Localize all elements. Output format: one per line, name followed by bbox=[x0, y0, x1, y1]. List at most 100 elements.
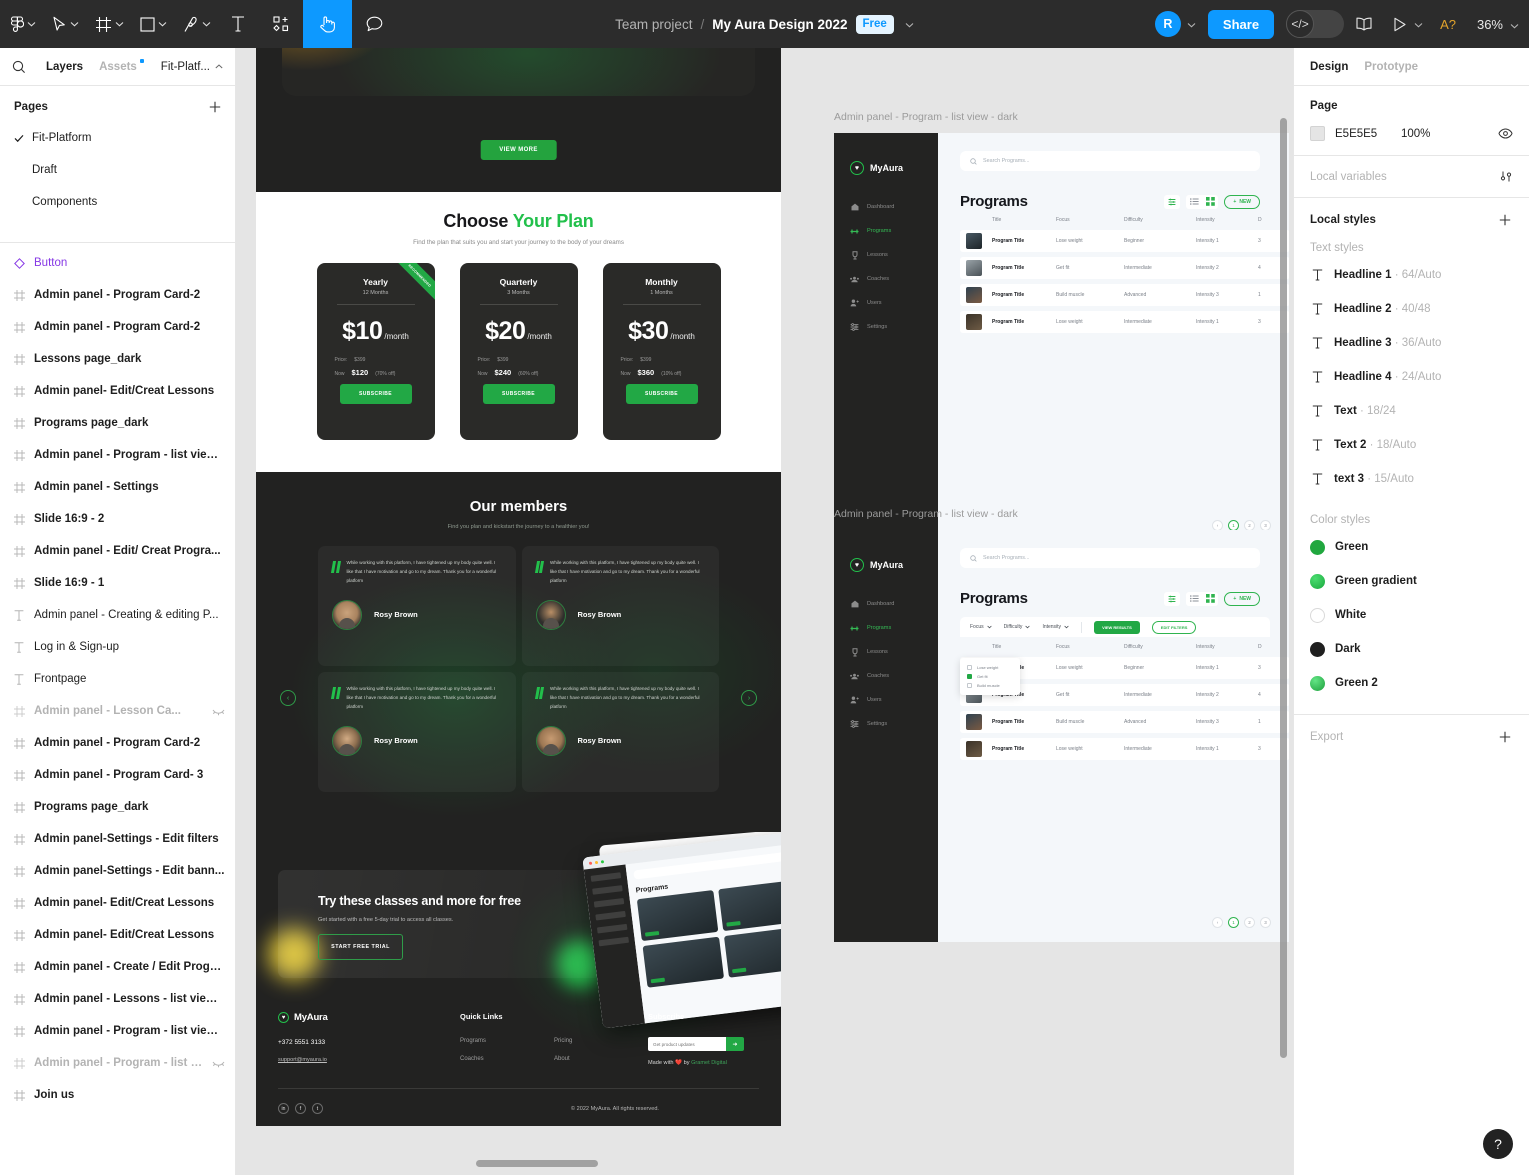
layer-row[interactable]: Slide 16:9 - 1 bbox=[0, 567, 235, 599]
checkbox[interactable] bbox=[967, 665, 972, 670]
table-row[interactable]: Program Title Build muscle Advanced Intensi… bbox=[960, 284, 1289, 306]
search-icon[interactable] bbox=[12, 60, 26, 74]
chevron-down-icon[interactable] bbox=[70, 21, 79, 27]
footer-email[interactable]: support@myaura.io bbox=[278, 1057, 460, 1063]
subscribe-button[interactable]: SUBSCRIBE bbox=[482, 384, 555, 404]
admin-search[interactable]: Search Programs... bbox=[960, 548, 1260, 568]
library-icon[interactable] bbox=[1346, 17, 1382, 31]
page-item-components[interactable]: Components bbox=[0, 186, 235, 218]
table-row[interactable]: Program Title Build muscle Advanced Intensi… bbox=[960, 711, 1289, 733]
layer-row[interactable]: Admin panel - Program Card-2 bbox=[0, 727, 235, 759]
frame-label-admin-2[interactable]: Admin panel - Program - list view - dark bbox=[834, 508, 1018, 520]
layer-row[interactable]: Admin panel - Settings bbox=[0, 471, 235, 503]
admin-nav-settings[interactable]: Settings bbox=[834, 712, 938, 736]
pagination-page-1[interactable]: 1 bbox=[1228, 917, 1239, 928]
layer-row[interactable]: Admin panel - Edit/ Creat Progra... bbox=[0, 535, 235, 567]
hand-tool-icon[interactable] bbox=[303, 0, 352, 48]
layer-row[interactable]: Programs page_dark bbox=[0, 407, 235, 439]
layer-row[interactable]: Admin panel - Program - list view ... bbox=[0, 1015, 235, 1047]
layer-row[interactable]: Admin panel - Program - list view ... bbox=[0, 1047, 235, 1079]
filter-focus[interactable]: Focus bbox=[970, 624, 992, 630]
new-program-button[interactable]: + NEW bbox=[1224, 591, 1260, 606]
text-tool-icon[interactable] bbox=[217, 0, 259, 48]
admin-nav-users[interactable]: Users bbox=[834, 291, 938, 315]
dropdown-option[interactable]: Lose weight bbox=[960, 663, 1020, 672]
layer-row[interactable]: Lessons page_dark bbox=[0, 343, 235, 375]
dropdown-option[interactable]: Get fit bbox=[960, 672, 1020, 681]
start-free-trial-button[interactable]: START FREE TRIAL bbox=[318, 934, 403, 960]
edit-filters-button[interactable]: EDIT FILTERS bbox=[1151, 620, 1197, 634]
grid-view-icon[interactable] bbox=[1202, 592, 1218, 606]
filter-icon[interactable] bbox=[1164, 591, 1181, 606]
page-fill-swatch[interactable] bbox=[1310, 126, 1325, 141]
share-button[interactable]: Share bbox=[1207, 9, 1275, 39]
add-style-button[interactable] bbox=[1497, 212, 1513, 228]
pagination-prev[interactable]: ‹ bbox=[1212, 917, 1223, 928]
frame-label-admin-1[interactable]: Admin panel - Program - list view - dark bbox=[834, 111, 1018, 123]
figma-menu-icon[interactable] bbox=[0, 0, 42, 48]
artboard-admin-panel-2[interactable]: ♥ MyAura Dashboard Programs Lessons Coaches Us… bbox=[834, 530, 1289, 942]
admin-search[interactable]: Search Programs... bbox=[960, 151, 1260, 171]
color-style-row[interactable]: Green gradient bbox=[1310, 564, 1513, 598]
admin-nav-users[interactable]: Users bbox=[834, 688, 938, 712]
artboard-frontpage[interactable]: Subtitle 1 Subtitle 1 Subtitle 1 Subtitl… bbox=[256, 48, 781, 1126]
subscribe-button[interactable]: SUBSCRIBE bbox=[339, 384, 412, 404]
artboard-admin-panel-1[interactable]: ♥ MyAura Dashboard Programs Lessons Coaches Us… bbox=[834, 133, 1289, 545]
resources-tool-icon[interactable] bbox=[259, 0, 303, 48]
shape-tool-icon[interactable] bbox=[130, 0, 173, 48]
file-switcher[interactable]: Fit-Platf... bbox=[161, 61, 223, 73]
footer-link-pricing[interactable]: Pricing bbox=[554, 1038, 648, 1044]
admin-nav-dashboard[interactable]: Dashboard bbox=[834, 592, 938, 616]
text-style-row[interactable]: text 3 · 15/Auto bbox=[1310, 462, 1513, 496]
canvas-vertical-scrollbar[interactable] bbox=[1280, 118, 1287, 1058]
admin-nav-dashboard[interactable]: Dashboard bbox=[834, 195, 938, 219]
page-item-draft[interactable]: Draft bbox=[0, 154, 235, 186]
credit-company[interactable]: Gramet Digital bbox=[691, 1060, 727, 1066]
footer-link-programs[interactable]: Programs bbox=[460, 1038, 554, 1044]
layer-row[interactable]: Join us bbox=[0, 1079, 235, 1111]
footer-link-about[interactable]: About bbox=[554, 1056, 648, 1062]
comment-tool-icon[interactable] bbox=[352, 0, 397, 48]
eye-icon[interactable] bbox=[1498, 128, 1513, 139]
view-results-button[interactable]: VIEW RESULTS bbox=[1094, 620, 1140, 634]
page-fill-opacity[interactable]: 100% bbox=[1401, 128, 1498, 140]
pen-tool-icon[interactable] bbox=[173, 0, 217, 48]
text-style-row[interactable]: Text 2 · 18/Auto bbox=[1310, 428, 1513, 462]
admin-nav-programs[interactable]: Programs bbox=[834, 213, 938, 249]
text-style-row[interactable]: Headline 2 · 40/48 bbox=[1310, 292, 1513, 326]
chevron-down-icon[interactable] bbox=[158, 21, 167, 27]
filter-intensity[interactable]: Intensity bbox=[1042, 624, 1069, 630]
add-export-button[interactable] bbox=[1497, 729, 1513, 745]
checkbox[interactable] bbox=[967, 674, 972, 679]
carousel-next-button[interactable]: › bbox=[741, 690, 757, 706]
color-style-row[interactable]: White bbox=[1310, 598, 1513, 632]
pagination-page-3[interactable]: 3 bbox=[1260, 917, 1271, 928]
layer-row[interactable]: Admin panel-Settings - Edit bann... bbox=[0, 855, 235, 887]
frame-tool-icon[interactable] bbox=[85, 0, 130, 48]
chevron-down-icon[interactable] bbox=[27, 21, 36, 27]
admin-nav-programs[interactable]: Programs bbox=[834, 610, 938, 646]
subscribe-submit-button[interactable]: ➜ bbox=[726, 1037, 744, 1051]
table-row[interactable]: Program Title Lose weight Intermediate Inte… bbox=[960, 738, 1289, 760]
layer-row[interactable]: Admin panel - Program Card-2 bbox=[0, 279, 235, 311]
subscribe-input[interactable] bbox=[648, 1037, 726, 1051]
pricing-card[interactable]: Quarterly 3 Months $20/month Price: $399 Now $… bbox=[459, 263, 578, 440]
text-style-row[interactable]: Headline 4 · 24/Auto bbox=[1310, 360, 1513, 394]
chevron-down-icon[interactable] bbox=[202, 21, 211, 27]
footer-link-coaches[interactable]: Coaches bbox=[460, 1056, 554, 1062]
layer-row[interactable]: Programs page_dark bbox=[0, 791, 235, 823]
page-item-fit-platform[interactable]: Fit-Platform bbox=[0, 122, 235, 154]
layer-row[interactable]: Slide 16:9 - 2 bbox=[0, 503, 235, 535]
new-program-button[interactable]: + NEW bbox=[1224, 194, 1260, 209]
layer-row[interactable]: Admin panel- Edit/Creat Lessons bbox=[0, 887, 235, 919]
layer-row[interactable]: Button bbox=[0, 247, 235, 279]
chevron-down-icon[interactable] bbox=[115, 21, 124, 27]
pagination-page-2[interactable]: 2 bbox=[1244, 917, 1255, 928]
chevron-down-icon[interactable] bbox=[905, 15, 914, 33]
layer-row[interactable]: Admin panel - Lessons - list view ... bbox=[0, 983, 235, 1015]
present-button[interactable] bbox=[1384, 17, 1409, 32]
text-style-row[interactable]: Text · 18/24 bbox=[1310, 394, 1513, 428]
color-style-row[interactable]: Dark bbox=[1310, 632, 1513, 666]
chevron-down-icon[interactable] bbox=[1510, 17, 1519, 32]
add-page-button[interactable] bbox=[207, 99, 223, 115]
